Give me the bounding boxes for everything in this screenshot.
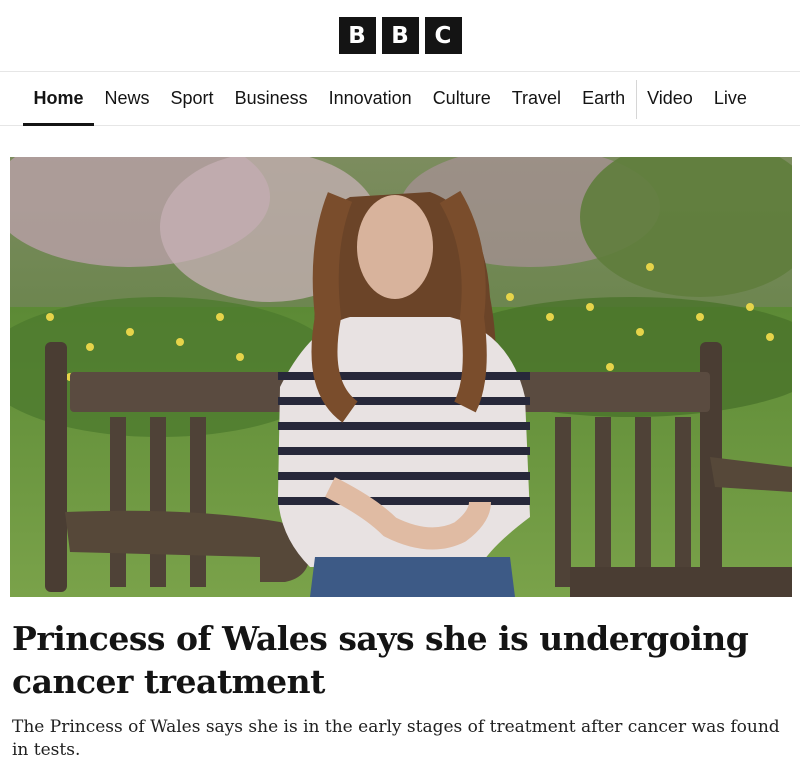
hero-illustration: [10, 157, 792, 597]
bbc-logo-letter: B: [338, 17, 376, 54]
bbc-logo-letter: C: [424, 17, 462, 54]
article-summary: The Princess of Wales says she is in the…: [12, 717, 780, 760]
nav-item-home[interactable]: Home: [23, 72, 95, 126]
bbc-logo[interactable]: B B C: [338, 17, 462, 54]
nav-item-travel[interactable]: Travel: [501, 72, 571, 125]
nav-item-video[interactable]: Video: [637, 72, 704, 125]
nav-item-live[interactable]: Live: [703, 72, 757, 125]
nav-item-innovation[interactable]: Innovation: [318, 72, 422, 125]
nav-item-business[interactable]: Business: [224, 72, 318, 125]
hero-image[interactable]: [10, 157, 792, 597]
bbc-logo-letter: B: [381, 17, 419, 54]
nav-item-news[interactable]: News: [94, 72, 160, 125]
article-headline[interactable]: Princess of Wales says she is undergoing…: [12, 617, 772, 703]
nav-item-earth[interactable]: Earth: [572, 72, 636, 125]
nav-item-culture[interactable]: Culture: [422, 72, 501, 125]
masthead: B B C: [0, 0, 800, 72]
nav-item-sport[interactable]: Sport: [160, 72, 224, 125]
main-navigation: Home News Sport Business Innovation Cult…: [0, 72, 800, 126]
